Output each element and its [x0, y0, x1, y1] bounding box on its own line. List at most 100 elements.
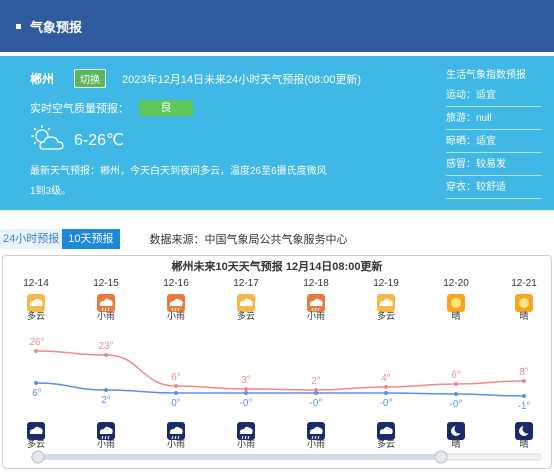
- low-temp-label: 0°: [171, 398, 181, 409]
- night-moon-icon: [515, 422, 533, 440]
- tab-24h[interactable]: 24小时预报: [0, 229, 63, 249]
- switch-city-button[interactable]: 切换: [74, 69, 107, 88]
- low-temp-point: [244, 391, 248, 395]
- life-index-item: 运动：适宜: [446, 84, 542, 107]
- day-sun-icon: [515, 294, 533, 312]
- current-weather-panel: 郴州 切换 2023年12月14日未来24小时天气预报(08:00更新) 实时空…: [0, 56, 554, 210]
- low-temp-label: -0°: [310, 398, 323, 409]
- low-temp-label: 2°: [101, 395, 111, 406]
- night-rain-icon: [97, 422, 115, 440]
- night-weather-label: 小雨: [237, 439, 255, 449]
- date-label: 12-15: [93, 278, 119, 289]
- timeline-scrollbar: [31, 454, 441, 460]
- low-temp-point: [384, 391, 388, 395]
- low-temp-label: -1°: [518, 401, 531, 412]
- high-temp-point: [104, 353, 108, 357]
- city-name: 郴州: [30, 72, 55, 86]
- high-temp-point: [522, 379, 526, 383]
- bullet-icon: [16, 23, 21, 29]
- day-rain-icon: [97, 294, 115, 312]
- forecast-chart-svg: 郴州未来10天天气预报 12月14日08:00更新12-14多云多云12-15小…: [23, 259, 542, 464]
- day-weather-label: 晴: [451, 310, 460, 321]
- low-temp-point: [104, 388, 108, 392]
- timeline-start-handle[interactable]: [31, 450, 45, 464]
- chart-title: 郴州未来10天天气预报 12月14日08:00更新: [172, 259, 383, 273]
- high-temp-label: 26°: [29, 337, 44, 348]
- date-label: 12-20: [443, 278, 469, 289]
- life-index-panel: 生活气象指数预报 运动：适宜 旅游：null 晾晒：适宜 感冒：较易发 穿衣：较…: [446, 66, 542, 199]
- night-weather-label: 多云: [377, 438, 395, 449]
- high-temp-label: 6°: [451, 370, 461, 381]
- night-cloudy-icon: [27, 422, 45, 440]
- low-temp-point: [522, 394, 526, 398]
- high-temp-point: [34, 349, 38, 353]
- low-temp-label: -0°: [450, 399, 463, 410]
- high-temp-point: [174, 384, 178, 388]
- night-cloudy-icon: [377, 422, 395, 440]
- timeline-end-handle[interactable]: [434, 450, 448, 464]
- forecast-tabs-row: 24小时预报 10天预报 数据来源：中国气象局公共气象服务中心: [0, 229, 554, 249]
- life-index-title: 生活气象指数预报: [446, 70, 526, 81]
- night-weather-label: 小雨: [167, 439, 185, 449]
- date-label: 12-21: [511, 278, 537, 289]
- life-index-item: 感冒：较易发: [446, 153, 542, 176]
- section-title: 气象预报: [30, 19, 83, 35]
- night-weather-label: 晴: [519, 438, 528, 449]
- day-rain-icon: [167, 294, 185, 312]
- life-index-item: 晾晒：适宜: [446, 130, 542, 153]
- day-weather-label: 多云: [27, 310, 45, 321]
- high-temp-label: 6°: [171, 372, 181, 383]
- day-weather-label: 多云: [237, 310, 255, 321]
- high-temp-point: [454, 382, 458, 386]
- high-temp-point: [384, 385, 388, 389]
- timeline-scrollbar-track: [440, 453, 542, 461]
- night-rain-icon: [167, 422, 185, 440]
- city-row: 郴州 切换 2023年12月14日未来24小时天气预报(08:00更新): [30, 69, 361, 88]
- forecast-title: 2023年12月14日未来24小时天气预报(08:00更新): [122, 73, 362, 86]
- data-source: 数据来源：中国气象局公共气象服务中心: [149, 234, 348, 246]
- life-index-item: 旅游：null: [446, 107, 542, 130]
- date-label: 12-16: [163, 278, 189, 289]
- night-weather-label: 小雨: [97, 439, 115, 449]
- low-temp-label: -0°: [380, 398, 393, 409]
- day-cloudy-icon: [377, 294, 395, 312]
- forecast-description: 最新天气预报：郴州，今天白天到夜间多云，温度26至6摄氏度微风1到3级。: [30, 166, 327, 197]
- high-temp-label: 8°: [519, 367, 529, 378]
- high-temp-label: 2°: [311, 376, 321, 387]
- low-temp-point: [314, 391, 318, 395]
- day-weather-label: 多云: [377, 310, 395, 321]
- day-weather-label: 小雨: [307, 311, 325, 321]
- air-quality-row: 实时空气质量预报： 良: [30, 100, 193, 116]
- date-label: 12-17: [233, 278, 259, 289]
- low-temp-label: 6°: [32, 388, 42, 399]
- day-cloudy-icon: [27, 294, 45, 312]
- forecast-chart: 郴州未来10天天气预报 12月14日08:00更新 12-14 多云 多云 12-15 小…: [2, 255, 552, 469]
- low-temp-point: [34, 381, 38, 385]
- high-temp-label: 4°: [381, 373, 391, 384]
- day-rain-icon: [307, 294, 325, 312]
- high-temp-label: 3°: [241, 375, 251, 386]
- night-moon-icon: [447, 422, 465, 440]
- partly-cloudy-day-icon: [30, 124, 66, 155]
- air-quality-badge: 良: [139, 100, 193, 116]
- day-weather-label: 小雨: [97, 311, 115, 321]
- high-temp-label: 23°: [98, 341, 113, 352]
- low-temp-label: -0°: [240, 398, 253, 409]
- date-label: 12-19: [373, 278, 399, 289]
- night-rain-icon: [237, 422, 255, 440]
- high-temp-point: [244, 387, 248, 391]
- night-weather-label: 小雨: [307, 439, 325, 449]
- current-temp-row: 6-26℃: [30, 124, 124, 155]
- current-temp-range: 6-26℃: [74, 131, 124, 149]
- night-weather-label: 晴: [451, 438, 460, 449]
- day-cloudy-icon: [237, 294, 255, 312]
- night-weather-label: 多云: [27, 438, 45, 449]
- day-sun-icon: [447, 294, 465, 312]
- tab-10day[interactable]: 10天预报: [62, 229, 120, 249]
- low-temp-point: [174, 391, 178, 395]
- air-quality-label: 实时空气质量预报：: [30, 103, 129, 115]
- date-label: 12-14: [23, 278, 49, 289]
- section-header: 气象预报: [0, 0, 554, 52]
- low-temp-point: [454, 392, 458, 396]
- date-label: 12-18: [303, 278, 329, 289]
